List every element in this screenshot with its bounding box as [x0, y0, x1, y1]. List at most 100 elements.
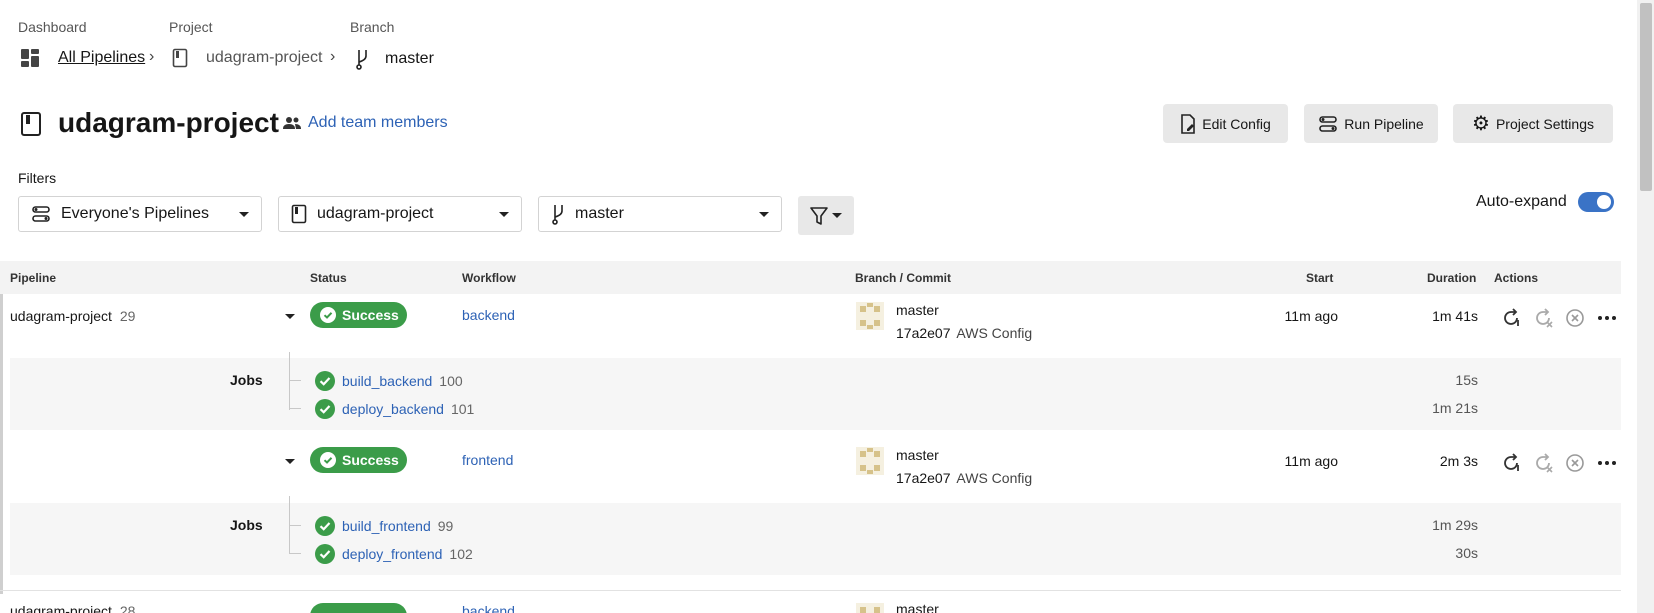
cancel-icon[interactable]: [1564, 452, 1586, 474]
filters-label: Filters: [18, 170, 57, 186]
job-row[interactable]: deploy_frontend 102: [315, 544, 473, 564]
run-pipeline-button[interactable]: Run Pipeline: [1304, 104, 1438, 143]
caret-down-icon: [499, 211, 509, 217]
jobs-tree-line: [289, 352, 290, 410]
duration: 1m 41s: [1432, 308, 1478, 324]
advanced-filter-button[interactable]: [798, 196, 854, 235]
commit-branch[interactable]: master: [896, 601, 939, 613]
more-icon[interactable]: [1596, 307, 1618, 329]
breadcrumb-caption-project: Project: [169, 19, 213, 35]
check-circle-icon: [315, 399, 335, 419]
scrollbar-thumb[interactable]: [1640, 3, 1652, 191]
job-duration: 1m 29s: [1432, 517, 1478, 533]
breadcrumb-caption-dashboard: Dashboard: [18, 19, 87, 35]
project-icon: [20, 111, 42, 140]
breadcrumb-project-label[interactable]: udagram-project: [206, 49, 323, 67]
collapse-caret-icon[interactable]: [285, 459, 295, 464]
commit-message: AWS Config: [956, 470, 1033, 486]
branch-filter-dropdown[interactable]: master: [538, 196, 782, 232]
rerun-icon[interactable]: [1500, 452, 1522, 474]
jobs-panel: [10, 358, 1621, 430]
job-number: 101: [450, 401, 475, 417]
pipeline-group-bar: [0, 294, 3, 594]
edit-config-label: Edit Config: [1202, 115, 1271, 132]
job-number: 102: [449, 546, 473, 562]
job-row[interactable]: build_frontend 99: [315, 516, 453, 536]
check-circle-icon: [315, 516, 335, 536]
check-circle-icon: [320, 452, 336, 468]
column-header-pipeline: Pipeline: [10, 271, 57, 285]
commit-message: AWS Config: [956, 325, 1033, 341]
status-badge[interactable]: [310, 603, 407, 613]
commit-info[interactable]: 17a2e07 AWS Config: [896, 325, 1032, 341]
project-settings-label: Project Settings: [1495, 115, 1594, 132]
job-link[interactable]: deploy_frontend: [342, 546, 442, 562]
project-settings-button[interactable]: ⚙ Project Settings: [1453, 104, 1613, 143]
job-link[interactable]: deploy_backend: [342, 401, 444, 417]
page-title: udagram-project: [58, 107, 279, 138]
duration: 2m 3s: [1439, 453, 1478, 469]
breadcrumb-project[interactable]: udagram-project: [172, 48, 323, 68]
status-badge[interactable]: Success: [310, 447, 407, 473]
filter-icon: [810, 206, 828, 226]
start-time: 11m ago: [1284, 308, 1338, 324]
jobs-panel: [10, 503, 1621, 575]
caret-down-icon: [759, 211, 769, 217]
row-divider: [0, 590, 1621, 591]
pipeline-name[interactable]: udagram-project 29: [10, 308, 135, 324]
gear-icon: ⚙: [1472, 112, 1490, 135]
pipeline-name-label[interactable]: udagram-project: [10, 308, 112, 324]
workflow-link[interactable]: backend: [462, 603, 515, 613]
rerun-failed-icon[interactable]: [1532, 452, 1554, 474]
breadcrumb-all-pipelines[interactable]: All Pipelines: [20, 48, 145, 68]
pipeline-name-label[interactable]: udagram-project: [10, 603, 112, 613]
pipeline-name[interactable]: udagram-project 28: [10, 603, 135, 613]
job-duration: 30s: [1455, 545, 1478, 561]
auto-expand-toggle[interactable]: [1578, 192, 1614, 212]
jobs-label: Jobs: [230, 517, 263, 533]
rerun-icon[interactable]: [1500, 307, 1522, 329]
avatar: [856, 302, 884, 333]
workflow-link[interactable]: frontend: [462, 452, 513, 468]
rerun-failed-icon[interactable]: [1532, 307, 1554, 329]
breadcrumb-branch-label: master: [385, 50, 434, 67]
job-row[interactable]: build_backend 100: [315, 371, 463, 391]
job-row[interactable]: deploy_backend 101: [315, 399, 474, 419]
edit-config-button[interactable]: Edit Config: [1163, 104, 1288, 143]
add-team-members-link[interactable]: Add team members: [282, 114, 448, 132]
project-icon: [291, 204, 307, 224]
collapse-caret-icon[interactable]: [285, 314, 295, 319]
branch-filter-value: master: [575, 205, 624, 222]
commit-hash[interactable]: 17a2e07: [896, 325, 951, 341]
job-duration: 1m 21s: [1432, 400, 1478, 416]
check-circle-icon: [320, 307, 336, 323]
cancel-icon[interactable]: [1564, 307, 1586, 329]
project-filter-dropdown[interactable]: udagram-project: [278, 196, 522, 232]
project-filter-value: udagram-project: [317, 205, 434, 222]
pipeline-number: 28: [119, 603, 136, 613]
job-link[interactable]: build_backend: [342, 373, 432, 389]
breadcrumb-caption-branch: Branch: [350, 19, 395, 35]
commit-hash[interactable]: 17a2e07: [896, 470, 951, 486]
avatar: [856, 603, 884, 613]
status-badge[interactable]: Success: [310, 302, 407, 328]
toggle-knob: [1597, 195, 1611, 209]
check-circle-icon: [315, 544, 335, 564]
pipelines-filter-dropdown[interactable]: Everyone's Pipelines: [18, 196, 262, 232]
job-duration: 15s: [1455, 372, 1478, 388]
more-icon[interactable]: [1596, 452, 1618, 474]
column-header-duration: Duration: [1427, 271, 1477, 285]
workflow-link[interactable]: backend: [462, 307, 515, 323]
breadcrumb-all-pipelines-label[interactable]: All Pipelines: [58, 49, 145, 67]
start-time: 11m ago: [1284, 453, 1338, 469]
commit-info[interactable]: 17a2e07 AWS Config: [896, 470, 1032, 486]
project-icon: [172, 48, 188, 68]
branch-icon: [551, 203, 565, 225]
column-header-branch-commit: Branch / Commit: [855, 271, 952, 285]
column-header-status: Status: [310, 271, 347, 285]
job-link[interactable]: build_frontend: [342, 518, 431, 534]
pipeline-number: 29: [119, 308, 136, 324]
add-team-members-label[interactable]: Add team members: [308, 114, 448, 132]
commit-branch[interactable]: master: [896, 447, 939, 463]
commit-branch[interactable]: master: [896, 302, 939, 318]
